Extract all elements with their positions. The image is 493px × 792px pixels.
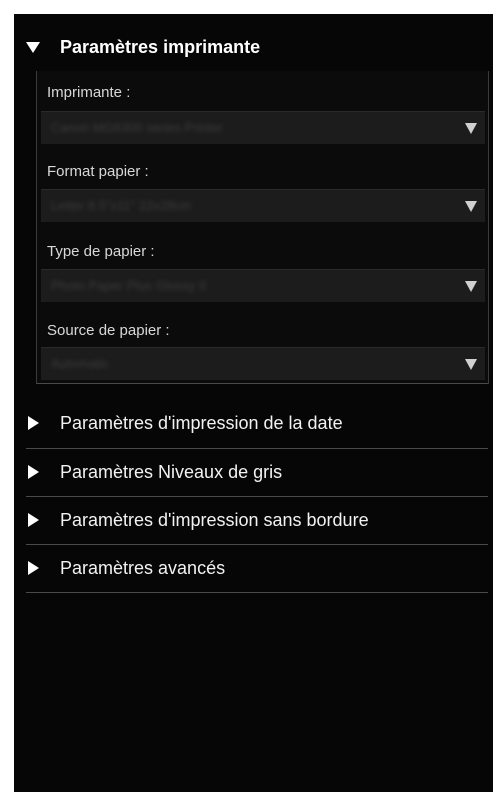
dropdown-arrow-icon: [465, 201, 477, 212]
section-title: Paramètres d'impression sans bordure: [60, 509, 369, 530]
printer-dropdown[interactable]: Canon MG6300 series Printer: [41, 111, 485, 144]
section-title: Paramètres d'impression de la date: [60, 412, 343, 433]
section-title: Paramètres Niveaux de gris: [60, 461, 283, 482]
triangle-right-icon: [26, 561, 40, 575]
paper-source-label: Source de papier :: [47, 322, 170, 339]
paper-size-label: Format papier :: [47, 163, 149, 180]
dropdown-value: Photo Paper Plus Glossy II: [51, 278, 207, 293]
paper-size-dropdown[interactable]: Letter 8.5"x11" 22x28cm: [41, 189, 485, 222]
paper-type-dropdown[interactable]: Photo Paper Plus Glossy II: [41, 269, 485, 302]
section-title: Paramètres avancés: [60, 557, 226, 578]
paper-source-dropdown[interactable]: Automatic: [41, 347, 485, 380]
dropdown-value: Letter 8.5"x11" 22x28cm: [51, 198, 192, 213]
triangle-right-icon: [26, 513, 40, 527]
section-grayscale-settings[interactable]: Paramètres Niveaux de gris: [14, 449, 493, 495]
section-printer-settings[interactable]: Paramètres imprimante: [14, 24, 493, 70]
triangle-down-icon: [26, 40, 40, 54]
paper-type-label: Type de papier :: [47, 243, 155, 260]
dropdown-value: Automatic: [51, 356, 109, 371]
section-advanced-settings[interactable]: Paramètres avancés: [14, 545, 493, 591]
section-divider: [26, 592, 488, 593]
settings-panel: Paramètres imprimante Imprimante : Canon…: [14, 14, 493, 792]
dropdown-value: Canon MG6300 series Printer: [51, 120, 223, 135]
dropdown-arrow-icon: [465, 123, 477, 134]
dropdown-arrow-icon: [465, 359, 477, 370]
triangle-right-icon: [26, 465, 40, 479]
printer-label: Imprimante :: [47, 84, 131, 101]
section-title: Paramètres imprimante: [60, 36, 261, 57]
triangle-right-icon: [26, 416, 40, 430]
section-date-print-settings[interactable]: Paramètres d'impression de la date: [14, 400, 493, 446]
printer-settings-group: Imprimante : Canon MG6300 series Printer…: [36, 71, 489, 384]
section-borderless-settings[interactable]: Paramètres d'impression sans bordure: [14, 497, 493, 543]
dropdown-arrow-icon: [465, 281, 477, 292]
